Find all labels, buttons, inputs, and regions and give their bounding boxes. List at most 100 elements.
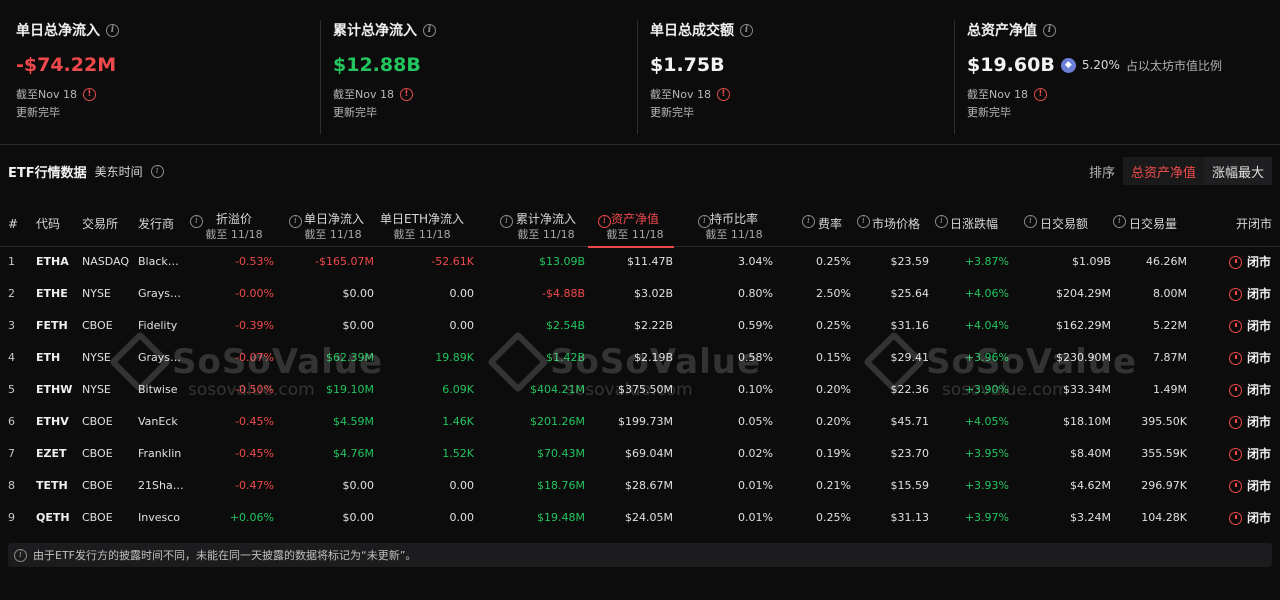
clock-icon xyxy=(1229,447,1242,461)
market-status: 闭市 xyxy=(1229,438,1271,470)
cell-nav: $28.67M xyxy=(625,479,673,492)
cell-fee: 0.25% xyxy=(816,511,851,524)
info-icon[interactable]: i xyxy=(500,215,513,228)
col-exchange[interactable]: 交易所 xyxy=(82,216,118,232)
market-status: 闭市 xyxy=(1229,246,1271,278)
col-price[interactable]: 市场价格 xyxy=(872,216,920,232)
cell-fee: 0.20% xyxy=(816,415,851,428)
cell-code[interactable]: ETHE xyxy=(36,278,68,310)
cell-change: +4.05% xyxy=(964,415,1009,428)
alert-icon[interactable]: ! xyxy=(716,87,730,101)
cell-change: +3.93% xyxy=(964,479,1009,492)
info-icon[interactable]: i xyxy=(106,23,119,37)
table-row[interactable]: 1 ETHA NASDAQ Black… -0.53% -$165.07M -52.61K $… xyxy=(0,246,1280,278)
cell-issuer: Grays… xyxy=(138,351,182,364)
alert-icon[interactable]: ! xyxy=(1033,87,1047,101)
cell-daily-flow: $19.10M xyxy=(326,383,374,396)
info-icon[interactable]: i xyxy=(1024,215,1037,228)
col-status: 开闭市 xyxy=(1236,217,1273,231)
stat-label: 单日总成交额 xyxy=(650,23,734,39)
cell-fee: 0.25% xyxy=(816,255,851,268)
table-row[interactable]: 3 FETH CBOE Fidelity -0.39% $0.00 0.00 $2.54B $2… xyxy=(0,310,1280,342)
col-fee[interactable]: 费率 xyxy=(818,216,842,232)
cell-volume: $33.34M xyxy=(1063,383,1111,396)
info-icon[interactable]: i xyxy=(740,23,753,37)
cell-fee: 0.15% xyxy=(816,351,851,364)
alert-icon[interactable]: ! xyxy=(82,87,96,101)
col-change[interactable]: 日涨跌幅 xyxy=(950,216,998,232)
col-daily-flow[interactable]: 单日净流入 截至 11/18 xyxy=(304,211,364,243)
cell-change: +4.06% xyxy=(964,287,1009,300)
table-row[interactable]: 6 ETHV CBOE VanEck -0.45% $4.59M 1.46K $201.26M… xyxy=(0,406,1280,438)
stat-date: 截至Nov 18 xyxy=(967,88,1028,101)
sort-option-top-gain[interactable]: 涨幅最大 xyxy=(1203,157,1272,185)
cell-change: +3.87% xyxy=(964,255,1009,268)
cell-issuer: Franklin xyxy=(138,447,182,460)
divider xyxy=(637,20,638,134)
cell-volume: $204.29M xyxy=(1056,287,1111,300)
stat-daily-volume: 单日总成交额 i $1.75B 截至Nov 18! 更新完毕 xyxy=(650,20,940,135)
cell-fee: 0.19% xyxy=(816,447,851,460)
col-premium[interactable]: 折溢价 截至 11/18 xyxy=(205,211,263,243)
alert-icon[interactable]: ! xyxy=(399,87,413,101)
cell-code[interactable]: ETHA xyxy=(36,246,69,278)
table-row[interactable]: 5 ETHW NYSE Bitwise -0.50% $19.10M 6.09K $404.2… xyxy=(0,374,1280,406)
info-icon[interactable]: i xyxy=(1043,23,1056,37)
col-volume[interactable]: 日交易额 xyxy=(1040,216,1088,232)
col-shares[interactable]: 日交易量 xyxy=(1129,216,1177,232)
info-icon[interactable]: i xyxy=(423,23,436,37)
info-icon[interactable]: i xyxy=(150,165,164,178)
stat-label: 总资产净值 xyxy=(967,23,1037,39)
cell-daily-eth: 6.09K xyxy=(442,383,474,396)
cell-hold-ratio: 0.01% xyxy=(738,479,773,492)
clock-icon xyxy=(1229,287,1242,301)
stat-value: $1.75B xyxy=(650,54,725,76)
sort-option-nav[interactable]: 总资产净值 xyxy=(1122,157,1204,185)
cell-code[interactable]: ETHW xyxy=(36,374,72,406)
cell-exchange: CBOE xyxy=(82,511,113,524)
table-row[interactable]: 9 QETH CBOE Invesco +0.06% $0.00 0.00 $19.48M $2… xyxy=(0,502,1280,534)
col-idx: # xyxy=(8,217,19,231)
cell-code[interactable]: EZET xyxy=(36,438,67,470)
cell-cum-flow: $1.42B xyxy=(545,351,585,364)
market-status-label: 闭市 xyxy=(1247,479,1272,493)
col-nav[interactable]: 资产净值 截至 11/18 xyxy=(588,211,674,248)
cell-code[interactable]: TETH xyxy=(36,470,68,502)
col-cum-flow[interactable]: 累计净流入 截至 11/18 xyxy=(516,211,576,243)
stat-total-nav: 总资产净值 i $19.60B ◆ 5.20% 占以太坊市值比例 截至Nov 18… xyxy=(967,20,1267,135)
col-daily-eth-flow[interactable]: 单日ETH净流入 截至 11/18 xyxy=(380,211,464,243)
table-row[interactable]: 8 TETH CBOE 21Sha… -0.47% $0.00 0.00 $18.76M $28… xyxy=(0,470,1280,502)
cell-daily-flow: $0.00 xyxy=(342,479,375,492)
cell-price: $23.70 xyxy=(890,447,930,460)
cell-exchange: NYSE xyxy=(82,383,111,396)
table-row[interactable]: 2 ETHE NYSE Grays… -0.00% $0.00 0.00 -$4.88B $3.… xyxy=(0,278,1280,310)
col-issuer[interactable]: 发行商 xyxy=(138,216,174,232)
info-icon[interactable]: i xyxy=(1113,215,1126,228)
info-icon[interactable]: i xyxy=(857,215,870,228)
cell-price: $31.13 xyxy=(890,511,930,524)
cell-code[interactable]: ETHV xyxy=(36,406,69,438)
col-code[interactable]: 代码 xyxy=(36,216,60,232)
table-row[interactable]: 4 ETH NYSE Grays… -0.07% $62.39M 19.89K $1.42B $… xyxy=(0,342,1280,374)
table-row[interactable]: 7 EZET CBOE Franklin -0.45% $4.76M 1.52K $70.43… xyxy=(0,438,1280,470)
info-icon[interactable]: i xyxy=(802,215,815,228)
info-icon[interactable]: i xyxy=(289,215,302,228)
clock-icon xyxy=(1229,319,1242,333)
market-status: 闭市 xyxy=(1229,374,1271,406)
cell-code[interactable]: FETH xyxy=(36,310,68,342)
cell-code[interactable]: QETH xyxy=(36,502,70,534)
info-icon[interactable]: i xyxy=(190,215,203,228)
cell-hold-ratio: 3.04% xyxy=(738,255,773,268)
cell-code[interactable]: ETH xyxy=(36,342,60,374)
col-hold-ratio[interactable]: 持币比率 截至 11/18 xyxy=(704,211,764,243)
clock-icon xyxy=(1229,383,1242,397)
stat-value: $12.88B xyxy=(333,54,421,76)
cell-volume: $162.29M xyxy=(1056,319,1111,332)
info-icon[interactable]: i xyxy=(935,215,948,228)
eth-market-cap-pct: 5.20% xyxy=(1081,58,1120,72)
divider xyxy=(954,20,955,134)
cell-premium: -0.07% xyxy=(235,351,274,364)
cell-shares: 104.28K xyxy=(1141,511,1187,524)
cell-change: +3.97% xyxy=(964,511,1009,524)
stat-date: 截至Nov 18 xyxy=(333,88,394,101)
